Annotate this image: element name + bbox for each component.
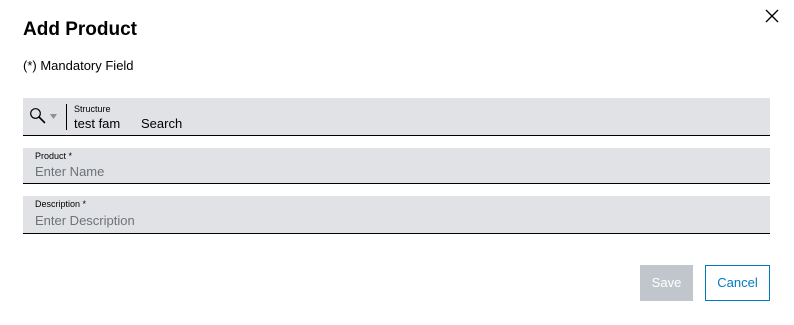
- product-label: Product *: [35, 151, 73, 161]
- add-product-dialog: Add Product (*) Mandatory Field Structur…: [0, 0, 794, 325]
- search-divider: [66, 104, 67, 130]
- dialog-title: Add Product: [23, 19, 137, 40]
- close-icon[interactable]: [763, 7, 781, 25]
- structure-search-link[interactable]: Search: [141, 116, 182, 132]
- description-input[interactable]: [35, 213, 635, 229]
- structure-label: Structure: [74, 104, 111, 114]
- cancel-button[interactable]: Cancel: [705, 265, 770, 301]
- description-label: Description *: [35, 199, 87, 209]
- structure-search-trigger[interactable]: [29, 107, 63, 127]
- product-field: Product *: [23, 148, 770, 184]
- description-field: Description *: [23, 196, 770, 234]
- save-button[interactable]: Save: [640, 265, 693, 301]
- structure-field: Structure test fam Search: [23, 98, 770, 136]
- product-name-input[interactable]: [35, 164, 635, 180]
- structure-value: test fam: [74, 116, 121, 131]
- mandatory-field-note: (*) Mandatory Field: [23, 58, 134, 73]
- search-icon: [30, 108, 57, 124]
